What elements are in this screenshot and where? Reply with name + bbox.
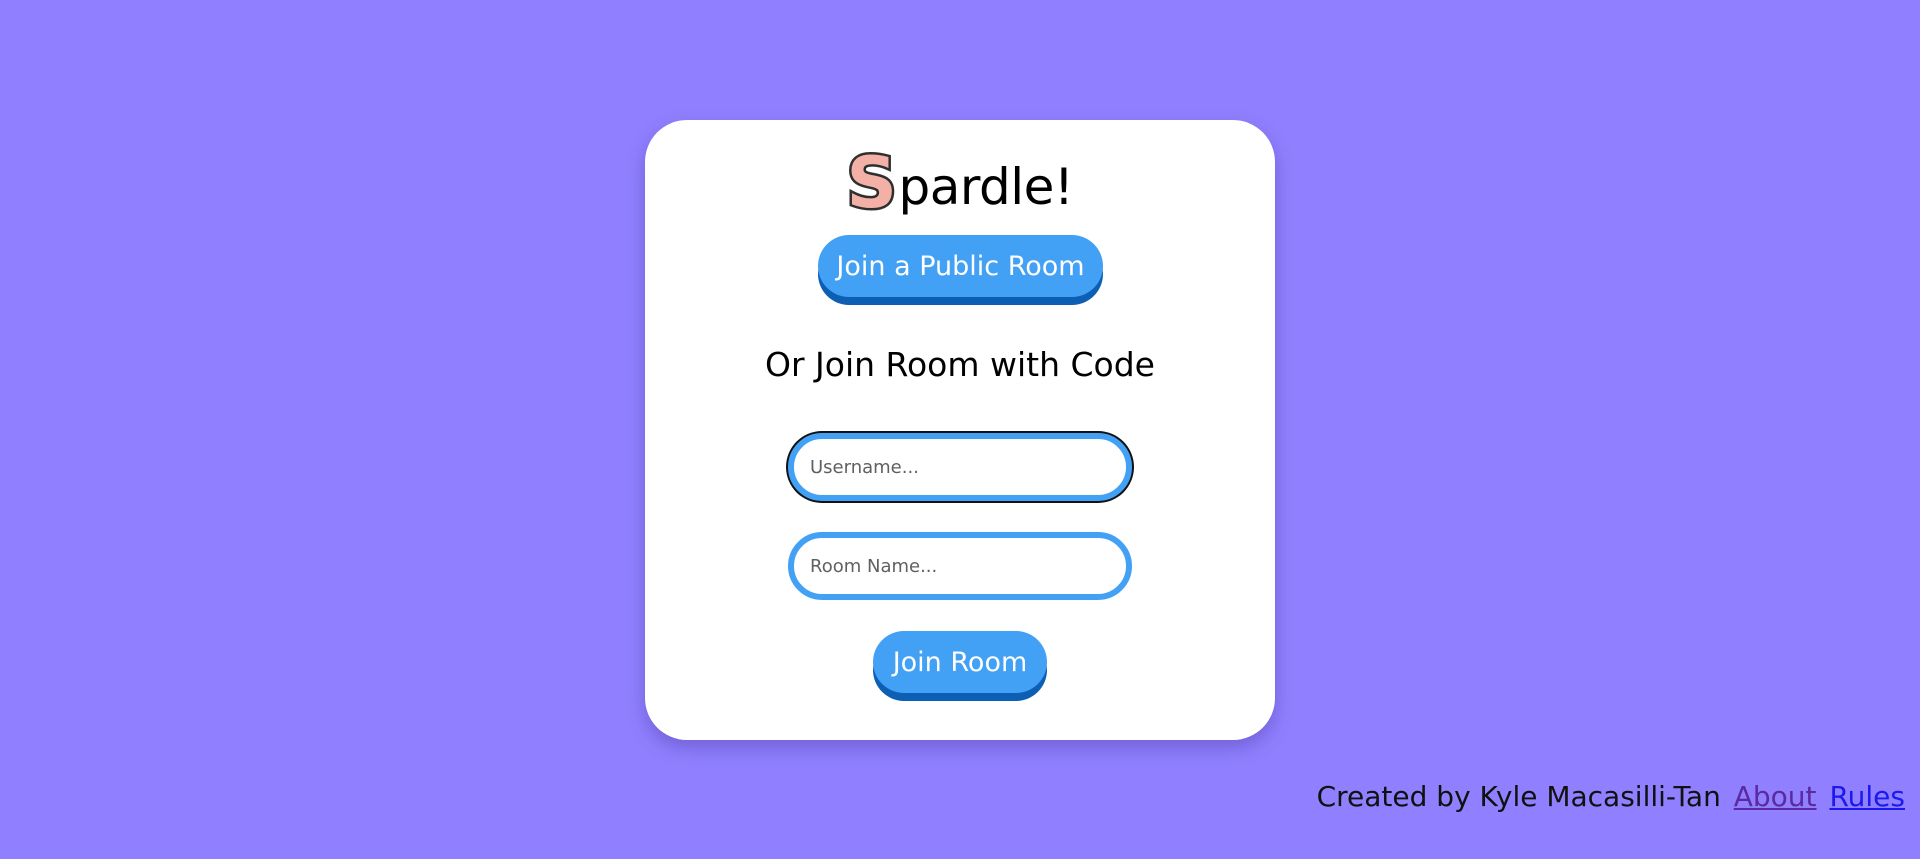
footer: Created by Kyle Macasilli-Tan About Rule…: [1317, 780, 1905, 813]
join-room-button[interactable]: Join Room: [873, 631, 1047, 693]
page: Spardle! Join a Public Room Or Join Room…: [0, 0, 1920, 859]
join-public-room-button[interactable]: Join a Public Room: [818, 235, 1103, 297]
about-link[interactable]: About: [1734, 780, 1817, 813]
footer-credit: Created by Kyle Macasilli-Tan: [1316, 780, 1721, 813]
app-logo: Spardle!: [645, 142, 1275, 224]
logo-text: pardle!: [898, 158, 1074, 216]
join-card: Spardle! Join a Public Room Or Join Room…: [645, 120, 1275, 740]
room-name-input[interactable]: [788, 532, 1132, 600]
rules-link[interactable]: Rules: [1829, 780, 1905, 813]
join-with-code-heading: Or Join Room with Code: [765, 345, 1155, 384]
username-input[interactable]: [788, 433, 1132, 501]
logo-initial: S: [844, 142, 899, 224]
